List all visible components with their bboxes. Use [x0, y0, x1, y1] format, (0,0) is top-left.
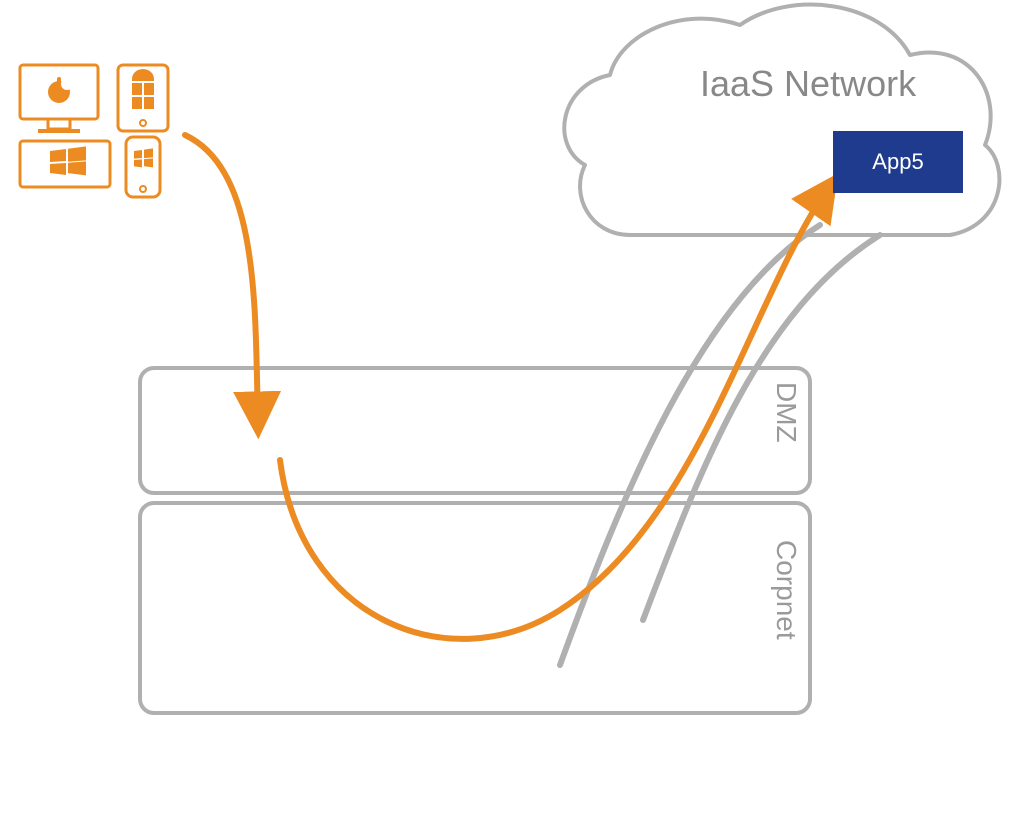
- flow-arrow-down: [185, 135, 258, 425]
- diagram-stage: IaaS Network App5 DMZ Corpnet: [0, 0, 1016, 837]
- cloud-title: IaaS Network: [700, 63, 916, 105]
- cloud-shape: [564, 5, 999, 235]
- flow-arrow-up: [280, 185, 830, 639]
- phone-windows-icon: [126, 137, 160, 197]
- diagram-svg: [0, 0, 1016, 837]
- zone-dmz-label: DMZ: [770, 382, 802, 443]
- app-label: App5: [872, 149, 923, 175]
- gray-link-2: [643, 235, 880, 620]
- tablet-android-icon: [118, 65, 168, 131]
- app-box: App5: [833, 131, 963, 193]
- zone-dmz: [140, 368, 810, 493]
- zone-corpnet-label: Corpnet: [770, 540, 802, 640]
- laptop-windows-icon: [20, 141, 110, 187]
- client-devices: [20, 65, 168, 197]
- zone-corpnet: [140, 503, 810, 713]
- desktop-mac-icon: [20, 65, 98, 133]
